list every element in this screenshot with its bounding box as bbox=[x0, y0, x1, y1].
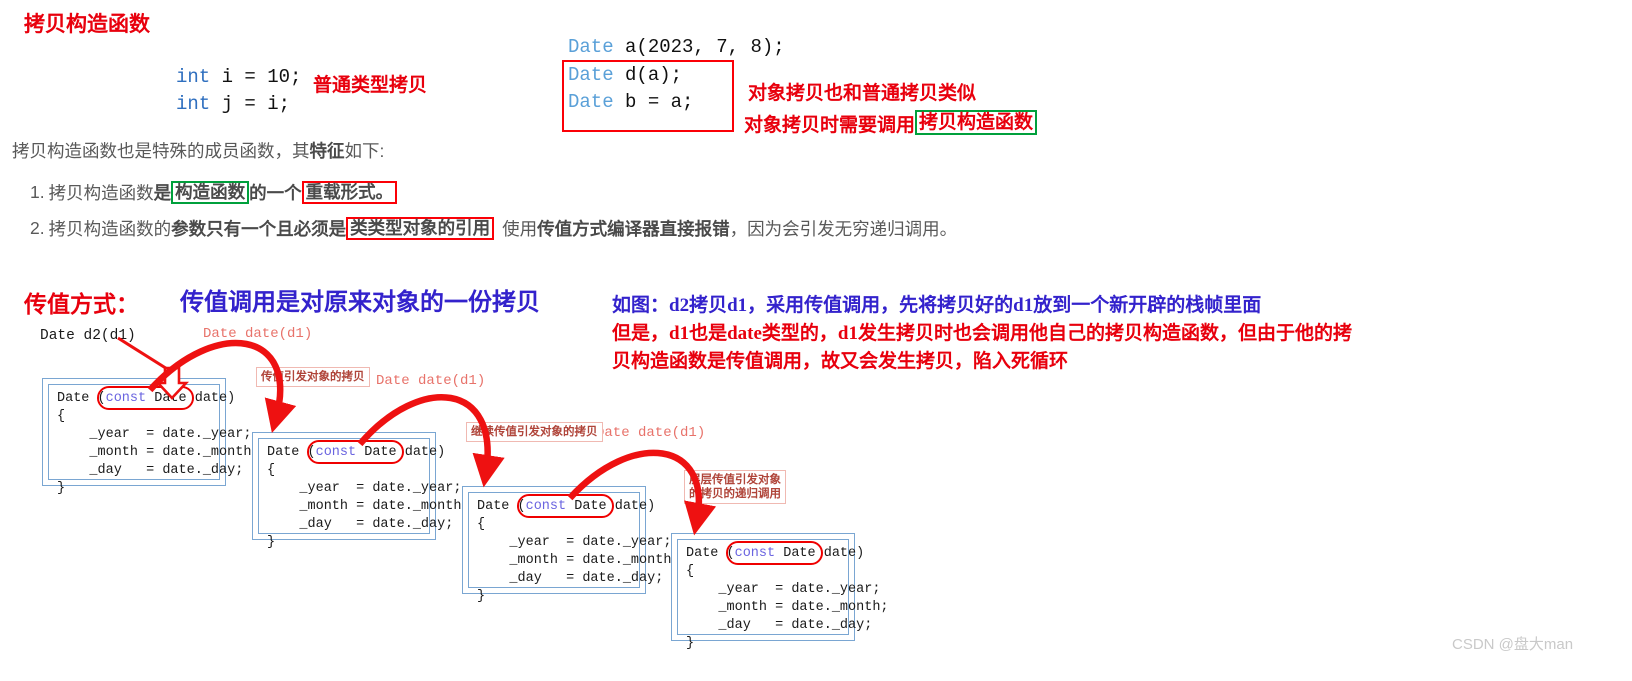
list-item-1: 1. 拷贝构造函数 是 构造函数 的一个 重载形式。 bbox=[30, 180, 398, 205]
object-copy-note-2-highlight: 拷贝构造函数 bbox=[915, 110, 1038, 136]
code-frame-4-line-day: _day = date._day; bbox=[686, 618, 873, 633]
diagram-copy-call-2: Date date(d1) bbox=[376, 373, 486, 389]
intro-paragraph: 拷贝构造函数也是特殊的成员函数，其 特征 如下: bbox=[12, 138, 384, 163]
code-frame-2-body: Date (const Date date) { _year = date._y… bbox=[267, 444, 470, 552]
code-frame-3-body: Date (const Date date) { _year = date._y… bbox=[477, 498, 680, 606]
list-item-1-green-highlight: 构造函数 bbox=[175, 181, 246, 202]
diagram-caption-2: 继续传值引发对象的拷贝 bbox=[466, 422, 603, 442]
code-frame-3-signature: Date (const Date date) bbox=[477, 499, 656, 514]
diagram-copy-call-3: Date date(d1) bbox=[596, 425, 706, 441]
list-item-1-number: 1. bbox=[30, 182, 45, 202]
intro-text-a: 拷贝构造函数也是特殊的成员函数，其 bbox=[12, 141, 310, 161]
builtin-copy-snippet: int i = 10; int j = i; bbox=[176, 64, 301, 118]
code-frame-2: Date (const Date date) { _year = date._y… bbox=[252, 432, 470, 550]
code-frame-3: Date (const Date date) { _year = date._y… bbox=[462, 486, 680, 604]
code-frame-4-open-brace: { bbox=[686, 564, 695, 579]
builtin-copy-line-1: int i = 10; bbox=[176, 66, 302, 88]
builtin-copy-line-2: int j = i; bbox=[176, 93, 291, 115]
explain-line-2: 但是，d1也是date类型的，d1发生拷贝时也会调用他自己的拷贝构造函数，但由于… bbox=[612, 323, 1352, 344]
code-frame-4-body: Date (const Date date) { _year = date._y… bbox=[686, 545, 889, 653]
object-copy-line-1: Date a(2023, 7, 8); bbox=[568, 36, 785, 58]
page-title: 拷贝构造函数 bbox=[24, 12, 150, 36]
list-item-2-number: 2. bbox=[30, 218, 45, 238]
explain-line-1: 如图：d2拷贝d1，采用传值调用，先将拷贝好的d1放到一个新开辟的栈帧里面 bbox=[612, 295, 1262, 316]
diagram-caption-3: 层层传值引发对象 的拷贝的递归调用 bbox=[684, 470, 786, 504]
pass-by-value-label: 传值方式： bbox=[24, 292, 139, 317]
code-frame-3-close-brace: } bbox=[477, 589, 486, 604]
code-frame-2-signature: Date (const Date date) bbox=[267, 445, 446, 460]
code-frame-2-open-brace: { bbox=[267, 463, 276, 478]
list-item-2-text-a: 拷贝构造函数的 bbox=[48, 219, 172, 239]
list-item-1-text-a: 拷贝构造函数 bbox=[48, 183, 154, 203]
code-frame-1-body: Date (const Date date) { _year = date._y… bbox=[57, 390, 260, 498]
code-frame-3-line-day: _day = date._day; bbox=[477, 571, 664, 586]
code-frame-1-line-day: _day = date._day; bbox=[57, 463, 244, 478]
list-item-1-text-b: 是 bbox=[153, 183, 172, 203]
code-frame-2-line-day: _day = date._day; bbox=[267, 517, 454, 532]
code-frame-4: Date (const Date date) { _year = date._y… bbox=[671, 533, 889, 651]
code-frame-2-close-brace: } bbox=[267, 535, 276, 550]
diagram-call-label: Date d2(d1) bbox=[40, 328, 136, 344]
builtin-copy-note: 普通类型拷贝 bbox=[313, 75, 428, 96]
code-frame-4-signature: Date (const Date date) bbox=[686, 546, 865, 561]
code-frame-1: Date (const Date date) { _year = date._y… bbox=[42, 378, 260, 496]
intro-text-c: 如下: bbox=[344, 141, 385, 161]
code-frame-1-line-year: _year = date._year; bbox=[57, 427, 252, 442]
object-copy-note-2-prefix: 对象拷贝时需要调用 bbox=[744, 115, 916, 136]
list-item-2-text-d: 传值方式编译器直接报错 bbox=[537, 219, 730, 239]
object-copy-note-1: 对象拷贝也和普通拷贝类似 bbox=[748, 83, 977, 104]
code-frame-4-line-year: _year = date._year; bbox=[686, 582, 881, 597]
watermark: CSDN @盘大man bbox=[1452, 636, 1574, 653]
code-frame-1-open-brace: { bbox=[57, 409, 66, 424]
code-frame-1-signature: Date (const Date date) bbox=[57, 391, 236, 406]
object-copy-line-3: Date b = a; bbox=[568, 91, 694, 113]
list-item-2-text-e: ，因为会引发无穷递归调用。 bbox=[729, 219, 958, 239]
code-frame-2-line-month: _month = date._month; bbox=[267, 499, 470, 514]
list-item-2-red-highlight: 类类型对象的引用 bbox=[350, 217, 491, 238]
diagram-copy-call-1: Date date(d1) bbox=[203, 326, 313, 342]
code-frame-1-line-month: _month = date._month; bbox=[57, 445, 260, 460]
code-frame-3-line-month: _month = date._month; bbox=[477, 553, 680, 568]
pass-by-value-headline: 传值调用是对原来对象的一份拷贝 bbox=[180, 290, 540, 316]
list-item-2-text-c: 使用 bbox=[502, 219, 538, 239]
list-item-1-text-c: 的一个 bbox=[249, 183, 302, 203]
code-frame-3-line-year: _year = date._year; bbox=[477, 535, 672, 550]
object-copy-note-2: 对象拷贝时需要调用 拷贝构造函数 bbox=[744, 110, 1038, 137]
list-item-2-text-b: 参数只有一个且必须是 bbox=[171, 219, 347, 239]
code-frame-3-open-brace: { bbox=[477, 517, 486, 532]
code-frame-2-line-year: _year = date._year; bbox=[267, 481, 462, 496]
explain-line-3: 贝构造函数是传值调用，故又会发生拷贝，陷入死循环 bbox=[612, 351, 1069, 372]
intro-text-b: 特征 bbox=[309, 141, 345, 161]
list-item-1-red-highlight: 重载形式。 bbox=[305, 181, 394, 202]
list-item-2: 2. 拷贝构造函数的 参数只有一个且必须是 类类型对象的引用 使用 传值方式编译… bbox=[30, 216, 957, 241]
diagram-caption-1: 传值引发对象的拷贝 bbox=[256, 367, 370, 387]
code-frame-1-close-brace: } bbox=[57, 481, 66, 496]
code-frame-4-close-brace: } bbox=[686, 636, 695, 651]
object-copy-line-2: Date d(a); bbox=[568, 64, 683, 86]
code-frame-4-line-month: _month = date._month; bbox=[686, 600, 889, 615]
